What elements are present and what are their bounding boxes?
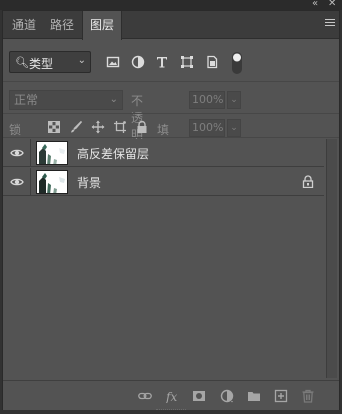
adjustment-icon[interactable] (220, 389, 234, 403)
blend-mode-value: 正常 (14, 93, 39, 107)
fx-icon[interactable]: fx (166, 389, 180, 403)
layers-panel: 通道 路径 图层 🔍︎ 类型 ⌄ 正常 ⌄ 不透明度: (2, 10, 340, 410)
layer-row-high-pass[interactable]: 高反差保留层 (3, 139, 324, 167)
lock-position-icon[interactable] (91, 120, 105, 134)
pixel-layer-filter-icon[interactable] (106, 55, 120, 69)
blend-mode-select[interactable]: 正常 ⌄ (9, 90, 123, 110)
lock-transparent-pixels-icon[interactable] (47, 120, 61, 134)
mask-icon[interactable] (192, 389, 206, 403)
layer-list-scrollbar[interactable] (326, 139, 337, 378)
layer-thumbnail (36, 141, 68, 165)
chevron-down-icon: ⌄ (109, 94, 118, 105)
panel-menu-icon[interactable] (325, 19, 335, 29)
search-icon: 🔍︎ (15, 56, 29, 69)
folder-icon[interactable] (247, 389, 261, 403)
filter-toggle-switch[interactable] (231, 51, 243, 75)
divider (3, 81, 339, 82)
type-layer-filter-icon[interactable] (155, 55, 169, 69)
eye-icon (10, 149, 24, 157)
layer-name: 高反差保留层 (77, 147, 150, 161)
opacity-dropdown-icon[interactable]: ⌄ (227, 91, 241, 109)
trash-icon[interactable] (301, 389, 315, 403)
lock-icon (302, 175, 314, 188)
resize-grip[interactable] (156, 409, 186, 412)
link-icon[interactable] (138, 389, 152, 403)
shape-layer-filter-icon[interactable] (180, 55, 194, 69)
tab-channels[interactable]: 通道 (5, 11, 43, 39)
window-topbar: « ✕ (0, 0, 342, 10)
filter-kind-label: 类型 (29, 57, 54, 71)
lock-artboard-icon[interactable] (113, 120, 127, 134)
layer-list: 高反差保留层 背景 (3, 139, 324, 378)
layer-thumbnail (36, 170, 68, 194)
visibility-toggle[interactable] (3, 168, 31, 196)
lock-image-pixels-icon[interactable] (69, 120, 83, 134)
layer-filter-select[interactable]: 🔍︎ 类型 ⌄ (9, 51, 91, 73)
panel-tabs: 通道 路径 图层 (3, 11, 339, 40)
svg-text:fx: fx (166, 390, 177, 403)
adjustment-layer-filter-icon[interactable] (131, 55, 145, 69)
layer-name: 背景 (77, 176, 102, 190)
opacity-input[interactable]: 100% (189, 91, 225, 109)
collapse-panels-icon[interactable]: « (312, 0, 318, 10)
divider (3, 137, 339, 138)
new-layer-icon[interactable] (274, 389, 288, 403)
smart-object-filter-icon[interactable] (205, 55, 219, 69)
eye-icon (10, 178, 24, 186)
lock-all-icon[interactable] (135, 120, 149, 134)
tab-layers[interactable]: 图层 (82, 11, 123, 40)
tab-paths[interactable]: 路径 (43, 11, 81, 39)
divider (3, 113, 339, 114)
close-panel-icon[interactable]: ✕ (328, 0, 336, 10)
fill-dropdown-icon[interactable]: ⌄ (227, 119, 241, 137)
chevron-down-icon: ⌄ (77, 55, 86, 66)
visibility-toggle[interactable] (3, 139, 31, 167)
layers-bottom-toolbar: fx (3, 380, 339, 410)
layer-row-background[interactable]: 背景 (3, 168, 324, 196)
fill-input[interactable]: 100% (189, 119, 225, 137)
